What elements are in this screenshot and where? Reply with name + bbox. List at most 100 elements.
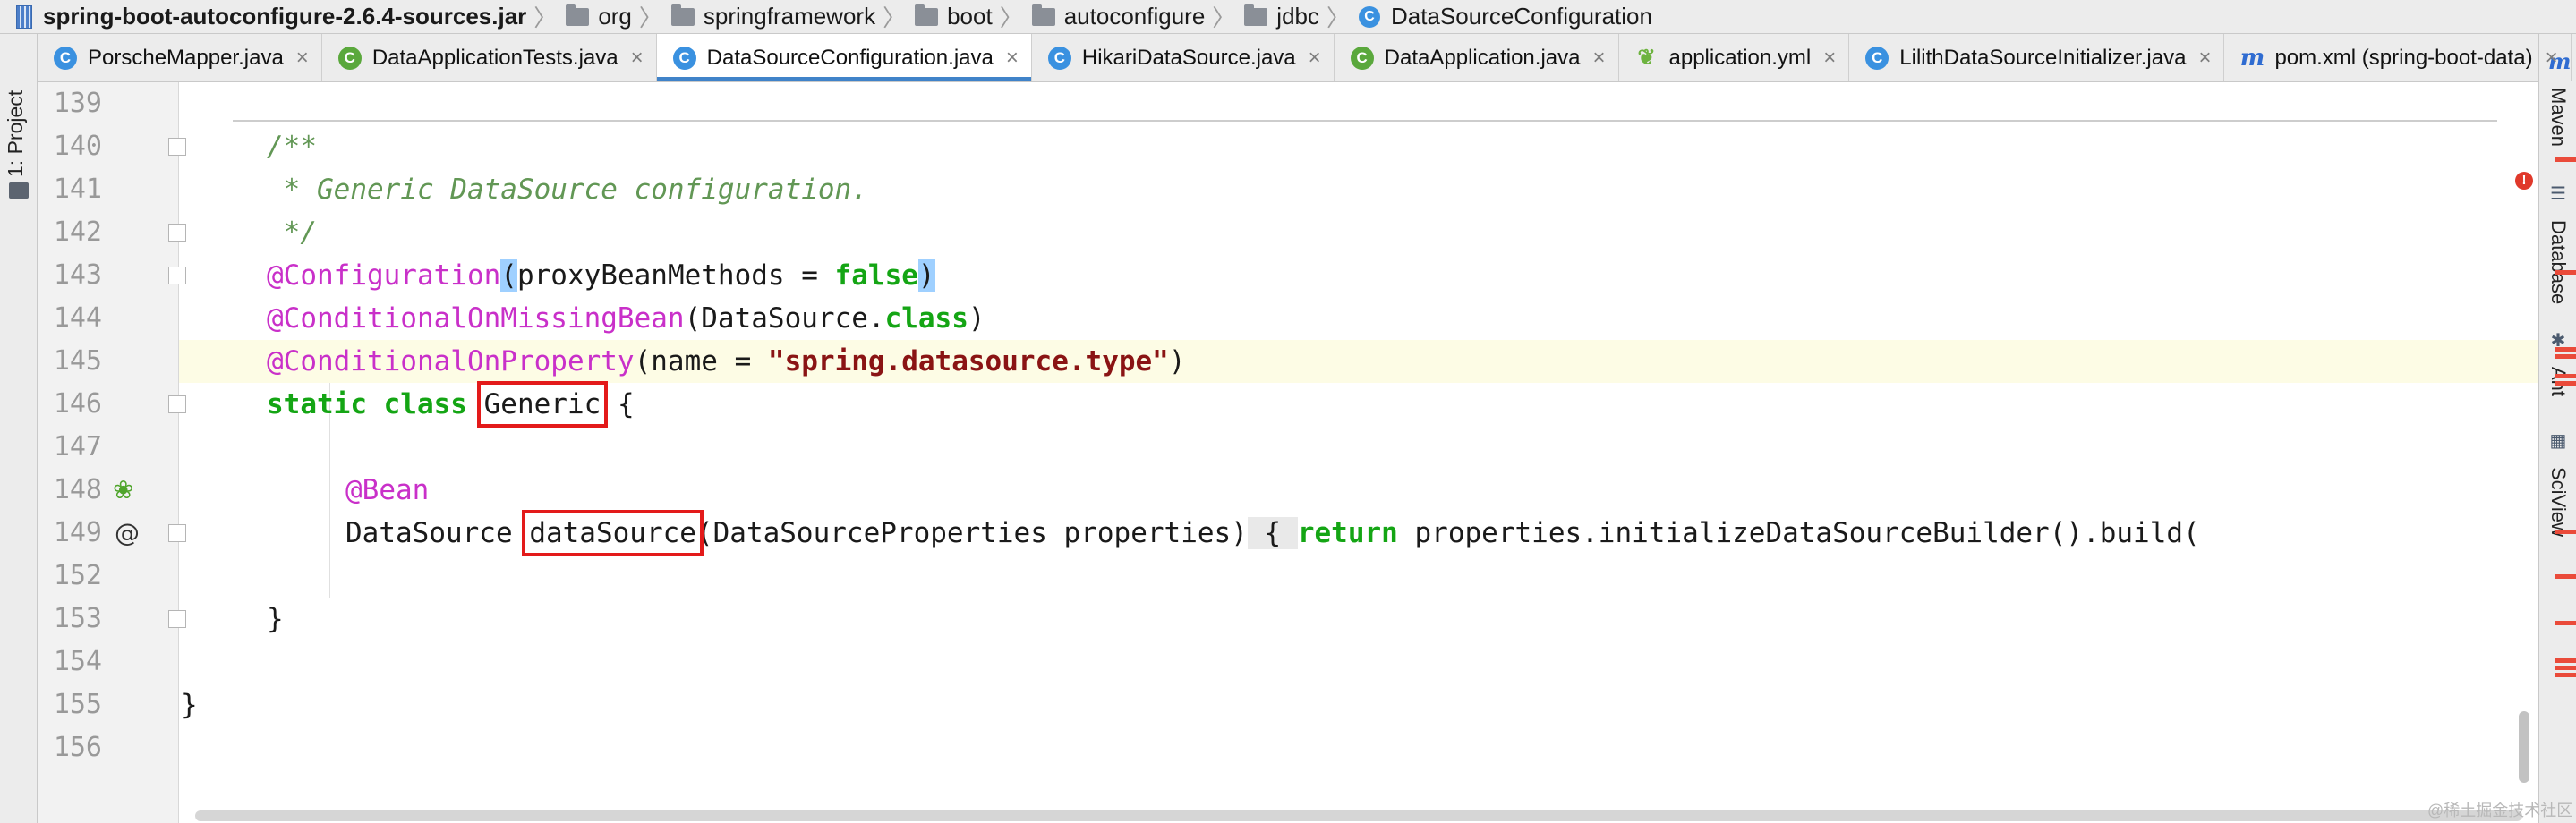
- tab-label: PorscheMapper.java: [88, 45, 284, 70]
- breadcrumb-item-autoconfigure[interactable]: autoconfigure: [1031, 3, 1205, 30]
- keyword-return: return: [1297, 517, 1398, 549]
- watermark: @稀土掘金技术社区: [2427, 802, 2573, 819]
- breadcrumb: spring-boot-autoconfigure-2.6.4-sources.…: [0, 0, 2576, 34]
- error-stripe-mark[interactable]: [2555, 673, 2576, 677]
- horizontal-scrollbar[interactable]: [195, 810, 2522, 821]
- line-number: 155: [53, 689, 102, 720]
- code-text-area[interactable]: /** * Generic DataSource configuration. …: [179, 82, 2538, 823]
- line-number: 153: [53, 603, 102, 634]
- tab-label: application.yml: [1668, 45, 1812, 70]
- error-stripe-mark[interactable]: [2555, 157, 2576, 162]
- code-editor[interactable]: 139 140 141 142 143 144 145 146 147 148 …: [38, 82, 2576, 823]
- error-stripe-mark[interactable]: [2555, 658, 2576, 663]
- tab-dataapplication[interactable]: C DataApplication.java ×: [1335, 34, 1619, 81]
- chevron-right-icon: 〉: [638, 4, 662, 31]
- code-token: (DataSource.: [684, 302, 885, 335]
- error-icon[interactable]: !: [2515, 172, 2533, 190]
- close-icon[interactable]: ×: [1823, 46, 1836, 71]
- class-name-generic[interactable]: Generic: [476, 381, 609, 428]
- breadcrumb-item-org[interactable]: org: [566, 3, 632, 30]
- maven-icon: m: [2239, 44, 2265, 72]
- error-stripe-mark[interactable]: [2555, 381, 2576, 386]
- error-stripe-mark[interactable]: [2555, 374, 2576, 378]
- line-number: 154: [53, 646, 102, 677]
- class-icon: C: [337, 46, 362, 70]
- tab-porschemapper[interactable]: C PorscheMapper.java ×: [38, 34, 322, 81]
- annotation-configuration: @Configuration: [267, 259, 501, 292]
- sciview-icon: ▦: [2549, 431, 2567, 451]
- method-name-datasource[interactable]: dataSource: [522, 510, 704, 556]
- closing-brace: }: [181, 689, 198, 721]
- code-line-155: }: [181, 683, 2538, 726]
- keyword-class: class: [884, 302, 968, 335]
- folder-icon: [566, 4, 590, 26]
- tab-pom-xml[interactable]: m pom.xml (spring-boot-data) ×: [2224, 34, 2572, 81]
- editor-tab-bar: C PorscheMapper.java × C DataApplicationTes…: [38, 34, 2572, 82]
- tab-lilithdatasourceinitializer[interactable]: C LilithDataSourceInitializer.java ×: [1849, 34, 2225, 81]
- code-token: properties.initializeDataSourceBuilder()…: [1397, 517, 2200, 549]
- tab-application-yml[interactable]: ❦ application.yml ×: [1619, 34, 1850, 81]
- error-stripe-mark[interactable]: [2555, 666, 2576, 670]
- tab-label: pom.xml (spring-boot-data): [2274, 45, 2533, 70]
- close-icon[interactable]: ×: [2198, 46, 2211, 71]
- error-stripe-mark[interactable]: [2555, 354, 2576, 359]
- string-literal: "spring.datasource.type": [767, 345, 1169, 378]
- breadcrumb-item-boot[interactable]: boot: [915, 3, 993, 30]
- tab-dataapplicationtests[interactable]: C DataApplicationTests.java ×: [322, 34, 657, 81]
- tab-label: LilithDataSourceInitializer.java: [1899, 45, 2187, 70]
- folded-body[interactable]: {: [1247, 517, 1298, 549]
- error-stripe-mark[interactable]: [2555, 621, 2576, 625]
- line-number: 141: [53, 174, 102, 205]
- breadcrumb-item-datasourceconfiguration[interactable]: C DataSourceConfiguration: [1359, 3, 1652, 30]
- close-icon[interactable]: ×: [1006, 46, 1019, 71]
- keyword-false: false: [834, 259, 918, 292]
- comment-text: * Generic DataSource configuration.: [267, 174, 868, 206]
- breadcrumb-item-jdbc[interactable]: jdbc: [1244, 3, 1319, 30]
- paren-highlight: ): [917, 259, 935, 292]
- class-icon: C: [1359, 5, 1381, 28]
- line-number: 139: [53, 88, 102, 119]
- close-icon[interactable]: ×: [1592, 46, 1605, 71]
- error-stripe-mark[interactable]: [2555, 530, 2576, 534]
- line-number: 152: [53, 560, 102, 591]
- keyword-static-class: static class: [267, 388, 467, 420]
- code-token: ): [968, 302, 985, 335]
- error-stripe-mark[interactable]: [2555, 347, 2576, 352]
- close-icon[interactable]: ×: [2546, 46, 2558, 71]
- left-tool-stripe: 1: Project: [0, 34, 38, 823]
- tab-datasourceconfiguration[interactable]: C DataSourceConfiguration.java ×: [656, 34, 1032, 81]
- code-line-149: DataSource dataSource(DataSourceProperti…: [345, 510, 2538, 556]
- code-line-143: @Configuration(proxyBeanMethods = false): [267, 254, 2538, 297]
- breadcrumb-item-springframework[interactable]: springframework: [670, 3, 875, 30]
- code-line-142: */: [267, 211, 2538, 254]
- vertical-scrollbar-thumb[interactable]: [2519, 711, 2529, 783]
- chevron-right-icon: 〉: [883, 4, 907, 31]
- error-stripe-mark[interactable]: [2555, 574, 2576, 579]
- line-number: 148: [53, 474, 102, 505]
- code-line-141: * Generic DataSource configuration.: [267, 168, 2538, 211]
- comment-close: */: [267, 216, 317, 249]
- line-number: 149: [53, 517, 102, 548]
- folder-icon: [9, 182, 29, 199]
- method-params: (DataSourceProperties properties): [695, 517, 1248, 549]
- code-token: (name =: [634, 345, 768, 378]
- code-token: proxyBeanMethods =: [516, 259, 835, 292]
- annotation-bean: @Bean: [345, 474, 430, 506]
- folder-icon: [670, 4, 695, 26]
- class-icon: C: [1047, 46, 1071, 70]
- spring-bean-icon[interactable]: ❀: [113, 469, 133, 512]
- breadcrumb-item-jar[interactable]: spring-boot-autoconfigure-2.6.4-sources.…: [16, 3, 526, 30]
- close-icon[interactable]: ×: [1309, 46, 1321, 71]
- yaml-icon: ❦: [1637, 46, 1656, 70]
- code-line-145: @ConditionalOnProperty(name = "spring.da…: [267, 340, 2538, 383]
- close-icon[interactable]: ×: [296, 46, 309, 71]
- close-icon[interactable]: ×: [631, 46, 644, 71]
- override-at-icon[interactable]: @: [115, 512, 140, 555]
- error-stripe-mark[interactable]: [2555, 270, 2576, 275]
- project-tool-button[interactable]: 1: Project: [0, 86, 38, 220]
- chevron-right-icon: 〉: [1326, 4, 1351, 31]
- line-number: 142: [53, 216, 102, 248]
- return-type: DataSource: [345, 517, 513, 549]
- closing-brace: }: [267, 603, 284, 635]
- tab-hikaridatasource[interactable]: C HikariDataSource.java ×: [1032, 34, 1335, 81]
